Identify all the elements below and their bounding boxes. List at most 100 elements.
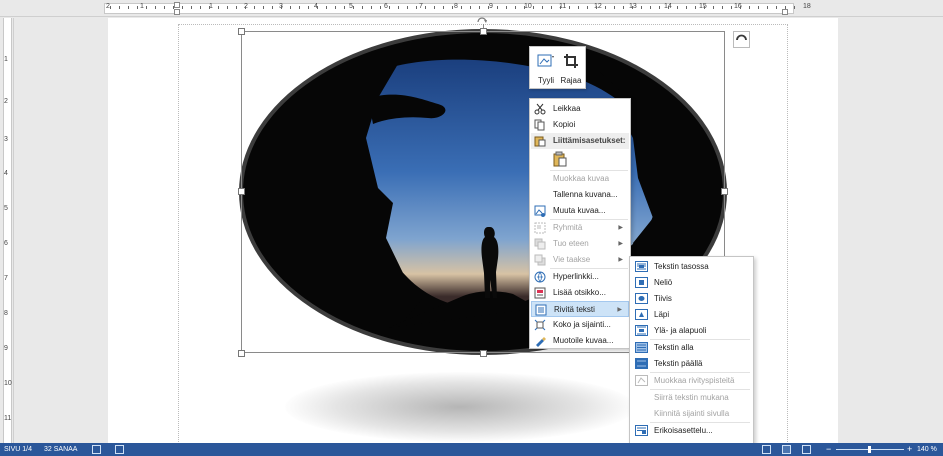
- ruler-number: 9: [489, 3, 493, 10]
- ruler-tick: [164, 6, 165, 9]
- wrap-option-square[interactable]: Neliö: [631, 275, 752, 291]
- layout-options-button[interactable]: [733, 31, 750, 48]
- menu-item-save-as-picture[interactable]: Tallenna kuvana...: [531, 187, 629, 203]
- crop-icon: [564, 54, 578, 68]
- ruler-tick: [335, 6, 336, 9]
- wrap-option-behind-text[interactable]: Tekstin alla: [631, 340, 752, 356]
- vertical-ruler[interactable]: 1 2 3 4 5 6 7 8 9 10 11: [0, 18, 14, 443]
- zoom-out-button[interactable]: −: [826, 443, 831, 456]
- ruler-tick: [137, 6, 138, 9]
- ruler-tick: [407, 6, 408, 9]
- status-bar: SIVU 1/4 32 SANAA − + 140 %: [0, 443, 943, 456]
- wrap-option-inline[interactable]: Tekstin tasossa: [631, 259, 752, 275]
- ruler-tick: [218, 6, 219, 9]
- wrap-inline-icon: [635, 261, 648, 272]
- ruler-tick: [434, 6, 435, 9]
- in-front-text-icon: [635, 358, 648, 369]
- ruler-number: 10: [4, 380, 12, 387]
- resize-handle-bottom-left[interactable]: [238, 350, 245, 357]
- menu-item-change-picture[interactable]: Muuta kuvaa...: [531, 203, 629, 219]
- resize-handle-top-left[interactable]: [238, 28, 245, 35]
- ruler-tick: [722, 6, 723, 9]
- ruler-tick: [515, 6, 516, 9]
- menu-item-insert-caption[interactable]: Lisää otsikko...: [531, 285, 629, 301]
- wrap-option-move-with-text[interactable]: Siirrä tekstin mukana: [631, 390, 752, 406]
- ruler-tick: [623, 6, 624, 9]
- wrap-option-in-front-text[interactable]: Tekstin päällä: [631, 356, 752, 372]
- menu-item-group[interactable]: Ryhmitä ▶: [531, 220, 629, 236]
- ruler-tick: [146, 6, 147, 9]
- zoom-slider-handle[interactable]: [868, 446, 871, 453]
- submenu-arrow-icon: ▶: [618, 241, 623, 247]
- ruler-number: 11: [4, 415, 12, 422]
- resize-handle-top[interactable]: [480, 28, 487, 35]
- wrap-option-top-bottom[interactable]: Ylä- ja alapuoli: [631, 323, 752, 339]
- menu-item-cut[interactable]: Leikkaa: [531, 101, 629, 117]
- read-mode-icon[interactable]: [762, 445, 771, 454]
- ruler-number: 1: [4, 56, 8, 63]
- ruler-tick: [560, 6, 561, 9]
- resize-handle-bottom[interactable]: [480, 350, 487, 357]
- ruler-tick: [245, 6, 246, 9]
- horizontal-ruler[interactable]: 211234567891011121314151618: [0, 0, 943, 17]
- print-layout-icon[interactable]: [782, 445, 791, 454]
- zoom-in-button[interactable]: +: [907, 443, 912, 456]
- ruler-tick: [632, 6, 633, 9]
- wrap-text-icon: [535, 304, 547, 316]
- menu-item-copy[interactable]: Kopioi: [531, 117, 629, 133]
- wrap-option-more-layout[interactable]: Erikoisasettelu...: [631, 423, 752, 439]
- left-indent-marker[interactable]: [174, 9, 180, 15]
- ruler-tick: [110, 6, 111, 9]
- ruler-number: 7: [4, 275, 8, 282]
- menu-item-size-position[interactable]: Koko ja sijainti...: [531, 317, 629, 333]
- wrap-option-edit-wrap-points[interactable]: Muokkaa rivityspisteitä: [631, 373, 752, 389]
- ruler-number: 1: [140, 3, 144, 10]
- ruler-number: 7: [419, 3, 423, 10]
- ruler-tick: [461, 6, 462, 9]
- style-button[interactable]: Tyyli: [534, 50, 558, 86]
- ruler-tick: [524, 6, 525, 9]
- menu-item-paste-option[interactable]: [531, 149, 629, 169]
- ruler-number: 4: [4, 170, 8, 177]
- resize-handle-right[interactable]: [721, 188, 728, 195]
- menu-item-wrap-text[interactable]: Rivitä teksti ▶: [531, 301, 629, 317]
- word-count[interactable]: 32 SANAA: [44, 443, 77, 456]
- macro-icon[interactable]: [115, 445, 124, 454]
- ruler-tick: [542, 6, 543, 9]
- menu-item-paste-options-header: Liittämisasetukset:: [531, 133, 629, 149]
- ruler-tick: [425, 6, 426, 9]
- ruler-tick: [326, 6, 327, 9]
- zoom-level[interactable]: 140 %: [917, 443, 937, 456]
- ruler-tick: [533, 6, 534, 9]
- page-indicator[interactable]: SIVU 1/4: [4, 443, 32, 456]
- ruler-tick: [551, 6, 552, 9]
- wrap-option-fix-position[interactable]: Kiinnitä sijainti sivulla: [631, 406, 752, 422]
- ruler-tick: [695, 6, 696, 9]
- menu-item-format-picture[interactable]: Muotoile kuvaa...: [531, 333, 629, 349]
- menu-item-bring-forward[interactable]: Tuo eteen ▶: [531, 236, 629, 252]
- ruler-tick: [479, 6, 480, 9]
- menu-item-send-backward[interactable]: Vie taakse ▶: [531, 252, 629, 268]
- ruler-number: 9: [4, 345, 8, 352]
- ruler-tick: [209, 6, 210, 9]
- ruler-tick: [470, 6, 471, 9]
- ruler-tick: [290, 6, 291, 9]
- web-layout-icon[interactable]: [802, 445, 811, 454]
- proofing-icon[interactable]: [92, 445, 101, 454]
- ruler-tick: [182, 6, 183, 9]
- resize-handle-left[interactable]: [238, 188, 245, 195]
- hyperlink-icon: [534, 271, 546, 283]
- crop-button[interactable]: Rajaa: [559, 50, 583, 86]
- ruler-tick: [371, 6, 372, 9]
- right-indent-marker[interactable]: [782, 9, 788, 15]
- menu-item-edit-picture[interactable]: Muokkaa kuvaa: [531, 171, 629, 187]
- rotate-handle-icon[interactable]: [477, 16, 487, 24]
- wrap-option-tight[interactable]: Tiivis: [631, 291, 752, 307]
- submenu-arrow-icon: ▶: [618, 225, 623, 231]
- group-icon: [534, 222, 546, 234]
- menu-item-hyperlink[interactable]: Hyperlinkki...: [531, 269, 629, 285]
- ruler-tick: [605, 6, 606, 9]
- first-line-indent-marker[interactable]: [174, 2, 180, 8]
- wrap-option-through[interactable]: Läpi: [631, 307, 752, 323]
- ruler-tick: [731, 6, 732, 9]
